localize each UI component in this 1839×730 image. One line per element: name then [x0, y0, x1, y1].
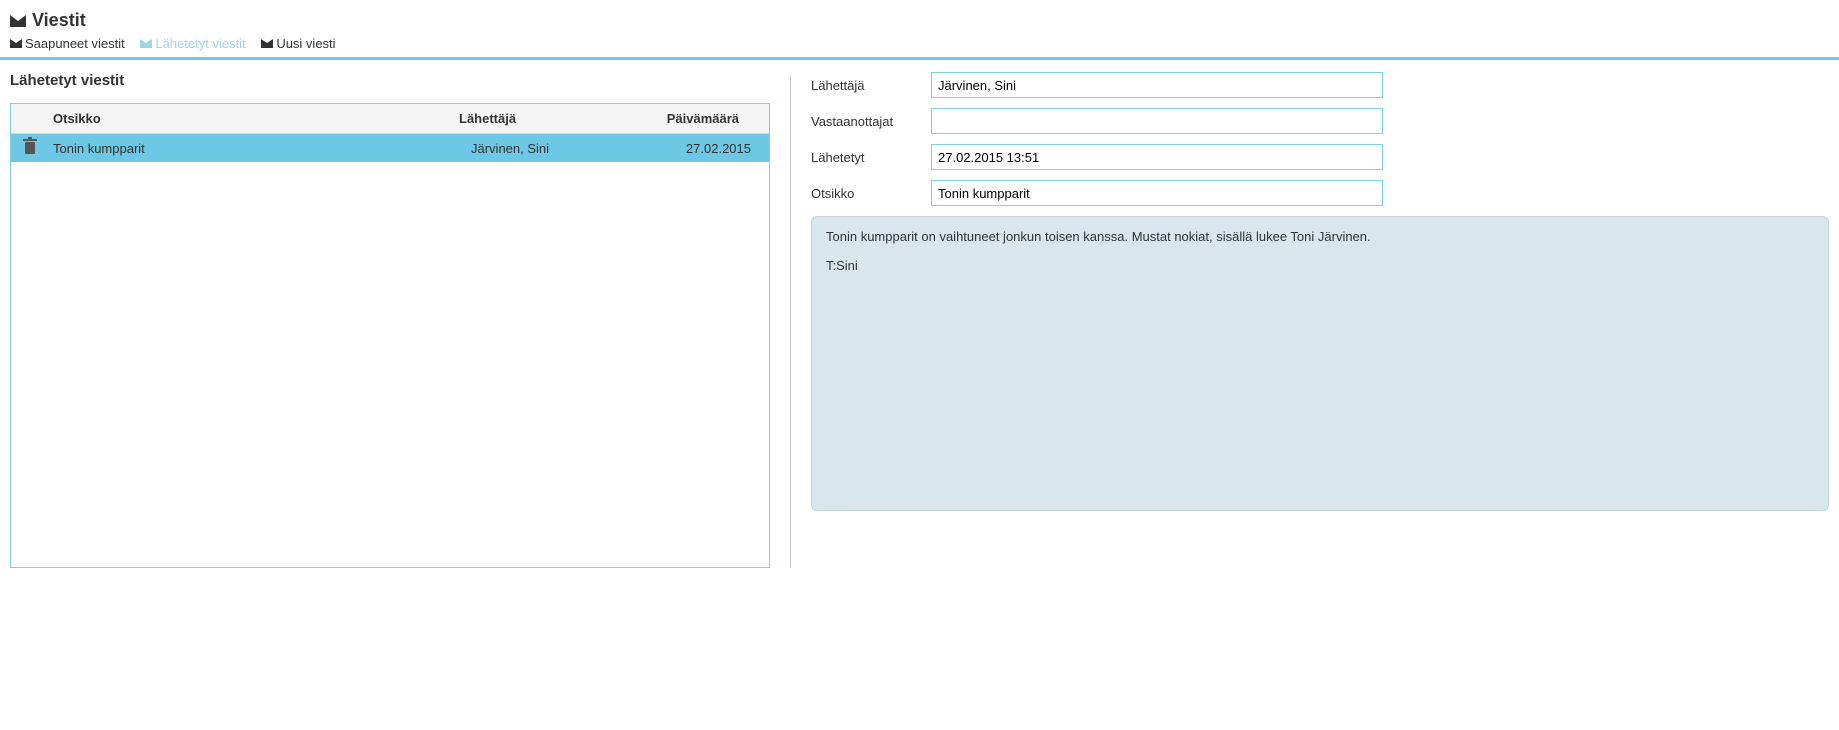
delete-button[interactable] [11, 142, 49, 154]
detail-row-sent: Lähetetyt [811, 144, 1829, 170]
sent-field[interactable] [931, 144, 1383, 170]
col-subject[interactable]: Otsikko [49, 111, 459, 126]
vertical-divider [790, 76, 791, 568]
list-body[interactable]: Tonin kumpparit Järvinen, Sini 27.02.201… [11, 134, 769, 567]
tab-new[interactable]: Uusi viesti [261, 36, 335, 51]
list-wrapper: Otsikko Lähettäjä Päivämäärä Tonin kumpp… [10, 103, 770, 568]
tabs-bar: Saapuneet viestit Lähetetyt viestit Uusi… [0, 36, 1839, 60]
detail-row-sender: Lähettäjä [811, 72, 1829, 98]
label-recipients: Vastaanottajat [811, 114, 931, 129]
row-sender: Järvinen, Sini [471, 141, 651, 156]
row-date: 27.02.2015 [651, 141, 769, 156]
message-list-panel: Lähetetyt viestit Otsikko Lähettäjä Päiv… [10, 72, 770, 568]
message-line: Tonin kumpparit on vaihtuneet jonkun toi… [826, 229, 1814, 244]
envelope-icon [10, 39, 22, 48]
trash-icon [25, 142, 35, 154]
col-date[interactable]: Päivämäärä [639, 111, 769, 126]
tab-label: Uusi viesti [276, 36, 335, 51]
sender-field[interactable] [931, 72, 1383, 98]
message-line: T:Sini [826, 258, 1814, 273]
table-row[interactable]: Tonin kumpparit Järvinen, Sini 27.02.201… [11, 134, 769, 162]
subject-field[interactable] [931, 180, 1383, 206]
message-body: Tonin kumpparit on vaihtuneet jonkun toi… [811, 216, 1829, 511]
envelope-icon [10, 15, 26, 27]
tab-label: Lähetetyt viestit [155, 36, 245, 51]
row-subject: Tonin kumpparit [49, 141, 471, 156]
tab-label: Saapuneet viestit [25, 36, 125, 51]
col-sender[interactable]: Lähettäjä [459, 111, 639, 126]
envelope-icon [261, 39, 273, 48]
recipients-field[interactable] [931, 108, 1383, 134]
detail-row-recipients: Vastaanottajat [811, 108, 1829, 134]
list-header: Otsikko Lähettäjä Päivämäärä [11, 104, 769, 134]
label-subject: Otsikko [811, 186, 931, 201]
list-heading: Lähetetyt viestit [10, 72, 770, 93]
main-area: Lähetetyt viestit Otsikko Lähettäjä Päiv… [0, 60, 1839, 580]
label-sent: Lähetetyt [811, 150, 931, 165]
detail-row-subject: Otsikko [811, 180, 1829, 206]
envelope-icon [140, 39, 152, 48]
message-detail-panel: Lähettäjä Vastaanottajat Lähetetyt Otsik… [811, 72, 1829, 568]
page-header: Viestit [0, 0, 1839, 36]
tab-sent[interactable]: Lähetetyt viestit [140, 36, 245, 51]
label-sender: Lähettäjä [811, 78, 931, 93]
page-title: Viestit [32, 10, 86, 31]
tab-inbox[interactable]: Saapuneet viestit [10, 36, 125, 51]
